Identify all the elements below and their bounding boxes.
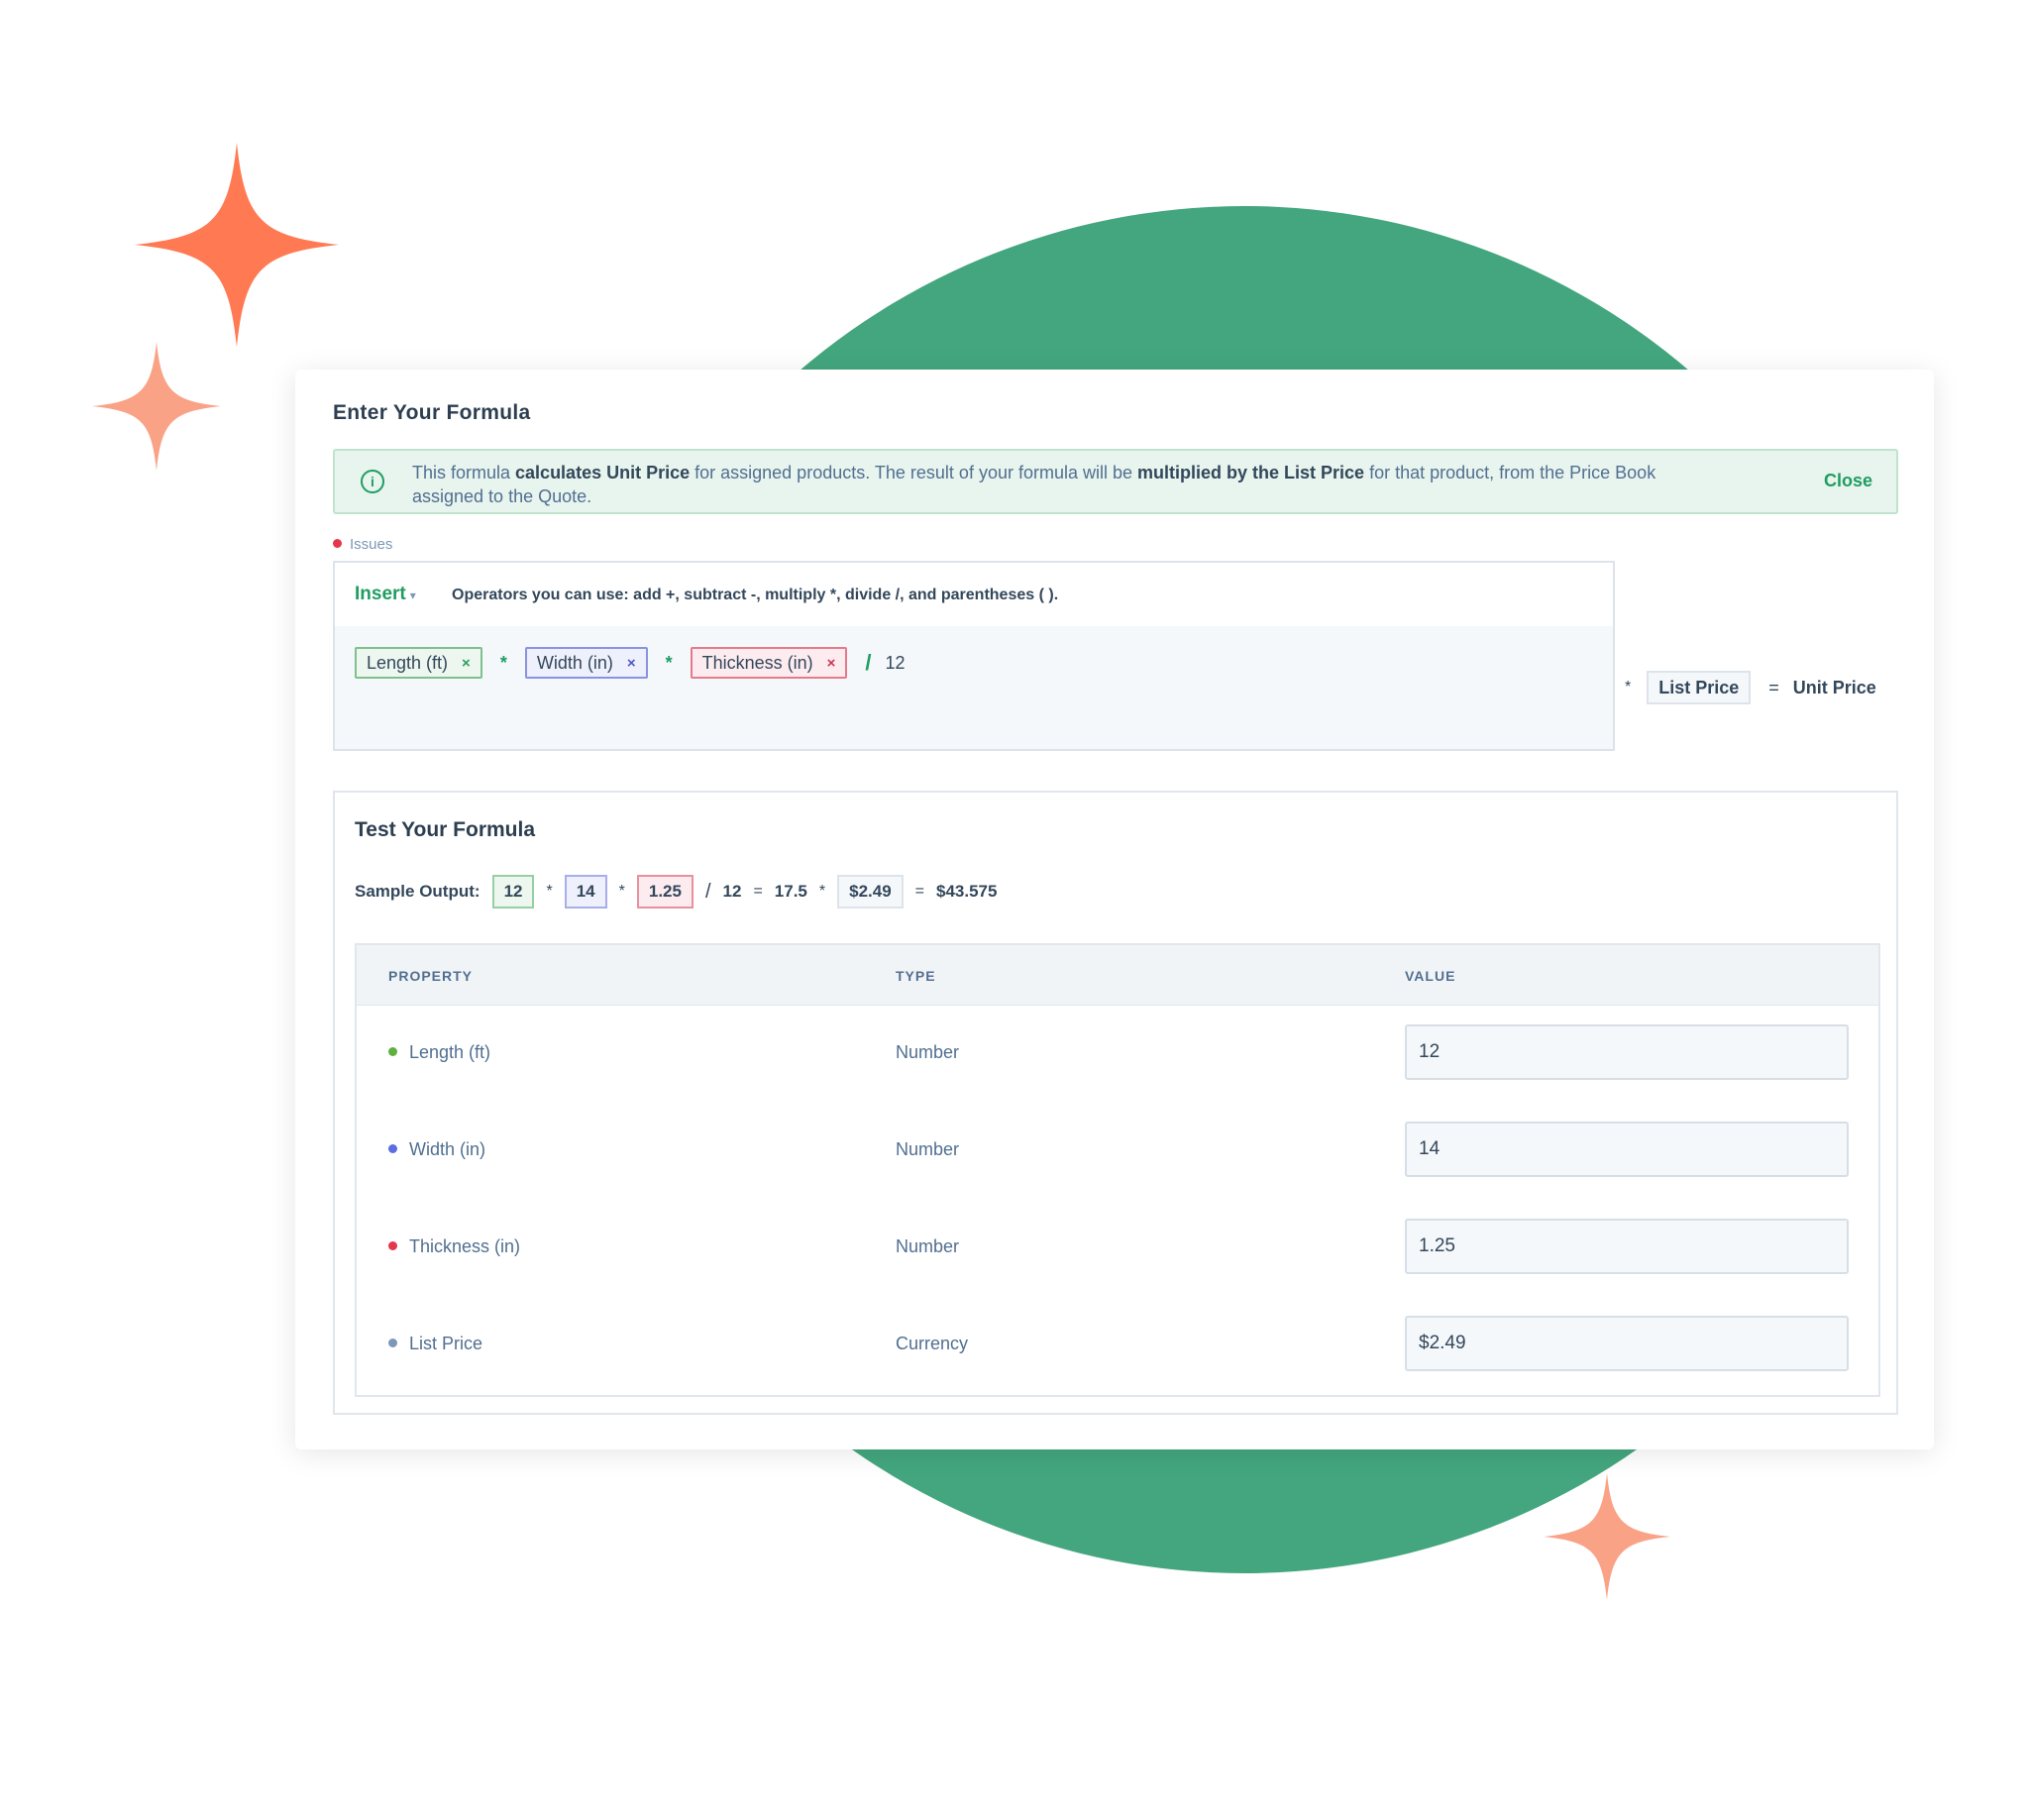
sparkle-small-icon xyxy=(92,342,221,471)
sample-multiply: * xyxy=(546,883,553,900)
property-type: Number xyxy=(896,1139,960,1159)
sample-divide: / xyxy=(704,880,711,903)
dot-icon xyxy=(388,1338,397,1347)
list-price-value-input[interactable] xyxy=(1405,1316,1849,1371)
property-type: Number xyxy=(896,1042,960,1062)
sample-thickness-value: 1.25 xyxy=(636,875,694,909)
property-type: Currency xyxy=(896,1334,969,1353)
operator-multiply: * xyxy=(499,652,507,673)
result-equals: = xyxy=(1768,677,1779,697)
list-price-chip: List Price xyxy=(1647,671,1752,704)
length-value-input[interactable] xyxy=(1405,1024,1849,1080)
dot-icon xyxy=(388,1047,397,1056)
dot-icon xyxy=(388,1241,397,1250)
token-width[interactable]: Width (in) × xyxy=(524,647,648,679)
formula-constant: 12 xyxy=(885,652,906,673)
close-banner-button[interactable]: Close xyxy=(1824,471,1872,491)
table-row: List Price Currency xyxy=(357,1296,1878,1393)
property-type: Number xyxy=(896,1236,960,1256)
chevron-down-icon: ▾ xyxy=(409,589,416,602)
result-multiply: * xyxy=(1625,679,1632,696)
token-thickness[interactable]: Thickness (in) × xyxy=(690,647,848,679)
info-icon: i xyxy=(361,470,384,493)
header-property: PROPERTY xyxy=(388,968,474,984)
sample-output: Sample Output: 12 * 14 * 1.25 / 12 = 17.… xyxy=(355,874,997,910)
formula-editor: Insert ▾ Operators you can use: add +, su… xyxy=(333,561,1615,751)
table-row: Thickness (in) Number xyxy=(357,1199,1878,1296)
sample-multiply: * xyxy=(618,883,625,900)
editor-toolbar: Insert ▾ Operators you can use: add +, su… xyxy=(335,563,1613,628)
page-title: Enter Your Formula xyxy=(333,401,531,424)
formula-result: * List Price = Unit Price xyxy=(1625,671,1876,704)
formula-input[interactable]: Length (ft) × * Width (in) × * Thickness… xyxy=(335,626,1613,749)
sample-equals: = xyxy=(914,883,925,900)
table-header: PROPERTY TYPE VALUE xyxy=(357,945,1878,1006)
table-row: Width (in) Number xyxy=(357,1102,1878,1199)
sample-multiply: * xyxy=(818,883,826,900)
remove-token-icon[interactable]: × xyxy=(827,655,836,672)
sparkle-large-icon xyxy=(135,143,339,347)
property-table: PROPERTY TYPE VALUE Length (ft) Number W… xyxy=(355,943,1880,1397)
issues-indicator[interactable]: Issues xyxy=(333,536,392,553)
test-formula-section: Test Your Formula Sample Output: 12 * 14… xyxy=(333,791,1898,1415)
insert-dropdown-button[interactable]: Insert ▾ xyxy=(355,584,416,605)
sample-list-price: $2.49 xyxy=(837,875,904,909)
thickness-value-input[interactable] xyxy=(1405,1219,1849,1274)
sample-length-value: 12 xyxy=(491,875,535,909)
operator-multiply: * xyxy=(665,652,673,673)
token-length[interactable]: Length (ft) × xyxy=(355,647,482,679)
remove-token-icon[interactable]: × xyxy=(462,655,471,672)
issues-dot-icon xyxy=(333,539,342,548)
property-name: Length (ft) xyxy=(388,1042,490,1063)
test-title: Test Your Formula xyxy=(355,818,536,841)
sample-output-label: Sample Output: xyxy=(355,882,481,901)
sparkle-bottom-icon xyxy=(1544,1473,1670,1600)
remove-token-icon[interactable]: × xyxy=(627,655,636,672)
sample-divisor: 12 xyxy=(722,882,742,901)
header-value: VALUE xyxy=(1405,968,1456,984)
sample-intermediate: 17.5 xyxy=(774,882,807,901)
formula-tokens: Length (ft) × * Width (in) × * Thickness… xyxy=(355,646,906,680)
table-row: Length (ft) Number xyxy=(357,1005,1878,1102)
info-banner: i This formula calculates Unit Price for… xyxy=(333,449,1898,514)
sample-width-value: 14 xyxy=(564,875,607,909)
property-name: Thickness (in) xyxy=(388,1236,520,1257)
info-message: This formula calculates Unit Price for a… xyxy=(412,463,1656,506)
width-value-input[interactable] xyxy=(1405,1122,1849,1177)
header-type: TYPE xyxy=(896,968,936,984)
sample-result: $43.575 xyxy=(936,882,998,901)
operators-hint: Operators you can use: add +, subtract -… xyxy=(452,587,1059,603)
operator-divide: / xyxy=(865,650,872,675)
unit-price-label: Unit Price xyxy=(1792,677,1876,697)
formula-panel: Enter Your Formula i This formula calcul… xyxy=(295,370,1934,1449)
sample-equals: = xyxy=(753,883,763,900)
dot-icon xyxy=(388,1144,397,1153)
property-name: List Price xyxy=(388,1334,482,1354)
property-name: Width (in) xyxy=(388,1139,485,1160)
